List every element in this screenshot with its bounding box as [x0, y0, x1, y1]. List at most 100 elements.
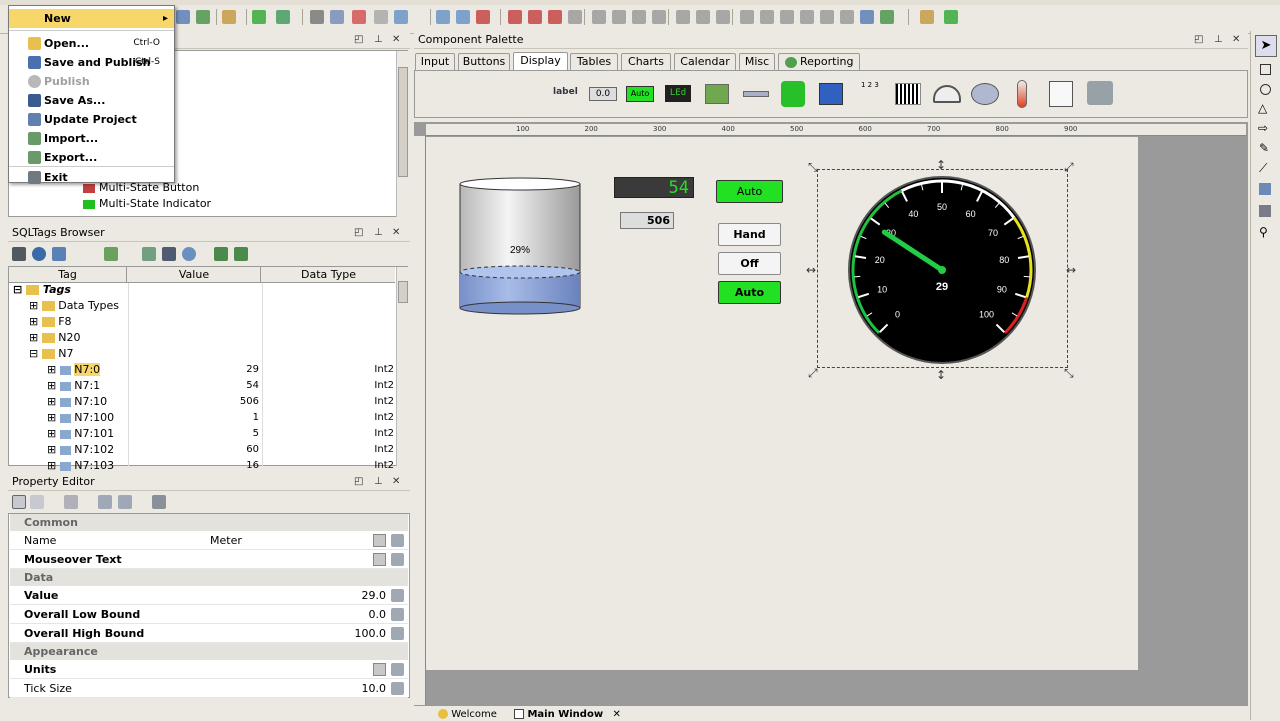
toolbar-icon[interactable]: [374, 10, 388, 24]
tab-buttons[interactable]: Buttons: [458, 53, 510, 70]
clock-icon[interactable]: [182, 247, 196, 261]
close-icon[interactable]: ✕: [613, 709, 621, 720]
toolbar-icon[interactable]: [196, 10, 210, 24]
db-icon[interactable]: [391, 553, 404, 566]
section-appearance[interactable]: Appearance: [10, 643, 408, 660]
menu-item-new[interactable]: New ▸: [9, 9, 174, 28]
prop-tick-size[interactable]: Tick Size 10.0: [10, 679, 408, 698]
tab-reporting[interactable]: Reporting: [778, 53, 860, 70]
col-tag[interactable]: Tag: [9, 267, 127, 282]
toolbar-icon[interactable]: [592, 10, 606, 24]
db-icon[interactable]: [391, 682, 404, 695]
table-row[interactable]: ⊞ N7:1 54 Int2: [9, 378, 395, 394]
palette-led-display[interactable]: LEd: [665, 85, 691, 102]
palette-multistate-indicator[interactable]: Auto: [626, 86, 654, 102]
menu-item-open[interactable]: Open...Ctrl-O: [9, 34, 174, 53]
prop-low-bound[interactable]: Overall Low Bound 0.0: [10, 605, 408, 624]
fill-tool-icon[interactable]: [1259, 205, 1271, 217]
toolbar-icon[interactable]: [740, 10, 754, 24]
prop-mouseover-text[interactable]: Mouseover Text: [10, 550, 408, 569]
ellipse-tool-icon[interactable]: [1260, 84, 1271, 95]
db-icon[interactable]: [391, 534, 404, 547]
hand-button[interactable]: Hand: [718, 223, 781, 246]
tag-icon[interactable]: [142, 247, 156, 261]
resize-handle-nw[interactable]: ⤡: [808, 160, 818, 174]
auto-indicator[interactable]: Auto: [716, 180, 783, 203]
toolbar-icon[interactable]: [568, 10, 582, 24]
menu-item-publish[interactable]: Publish: [9, 72, 174, 91]
arrow-tool-icon[interactable]: ⇨: [1258, 121, 1268, 135]
tab-charts[interactable]: Charts: [621, 53, 671, 70]
tree-item-multistate-indicator[interactable]: Multi-State Indicator: [83, 196, 211, 212]
tab-misc[interactable]: Misc: [739, 53, 775, 70]
auto-button[interactable]: Auto: [718, 281, 781, 304]
palette-tank-icon[interactable]: [819, 83, 843, 105]
toolbar-icon[interactable]: [760, 10, 774, 24]
db-icon[interactable]: [391, 608, 404, 621]
edit-icon[interactable]: [104, 247, 118, 261]
palette-image-icon[interactable]: [705, 84, 729, 104]
tab-input[interactable]: Input: [415, 53, 455, 70]
opc-icon[interactable]: [162, 247, 176, 261]
tag-add-icon[interactable]: [52, 247, 66, 261]
toolbar-icon[interactable]: [676, 10, 690, 24]
tab-welcome[interactable]: Welcome: [438, 708, 497, 721]
palette-barcode-icon[interactable]: [895, 83, 921, 105]
pointer-tool-icon[interactable]: ➤: [1255, 35, 1277, 57]
palette-level-icon[interactable]: 1 2 3: [861, 81, 879, 89]
resize-handle-e[interactable]: ↔: [1066, 263, 1076, 277]
pin-icon[interactable]: ⊥: [374, 31, 383, 48]
rectangle-tool-icon[interactable]: [1260, 64, 1271, 75]
refresh-icon[interactable]: [32, 247, 46, 261]
tab-display[interactable]: Display: [513, 52, 568, 71]
binding-icon[interactable]: [373, 534, 386, 547]
section-common[interactable]: Common: [10, 514, 408, 531]
import-tags-icon[interactable]: [214, 247, 228, 261]
toolbar-icon[interactable]: [696, 10, 710, 24]
line-tool-icon[interactable]: ⟋: [1259, 161, 1267, 176]
toolbar-icon[interactable]: [352, 10, 366, 24]
restore-icon[interactable]: ◰: [354, 224, 363, 241]
prop-high-bound[interactable]: Overall High Bound 100.0: [10, 624, 408, 643]
table-row[interactable]: ⊞ N7:10 506 Int2: [9, 394, 395, 410]
restore-icon[interactable]: ◰: [354, 473, 363, 490]
prop-value[interactable]: Value 29.0: [10, 586, 408, 605]
sort-icon[interactable]: [30, 495, 44, 509]
toolbar-icon[interactable]: [632, 10, 646, 24]
pin-icon[interactable]: ⊥: [374, 224, 383, 241]
table-row[interactable]: ⊞ N7:102 60 Int2: [9, 442, 395, 458]
toolbar-icon[interactable]: [652, 10, 666, 24]
binding-icon[interactable]: [373, 553, 386, 566]
resize-handle-w[interactable]: ↔: [806, 263, 816, 277]
prop-name[interactable]: Name Meter: [10, 531, 408, 550]
toolbar-icon[interactable]: [548, 10, 562, 24]
tab-main-window[interactable]: Main Window ✕: [514, 708, 621, 721]
palette-label-comp[interactable]: label: [553, 87, 578, 97]
tab-calendar[interactable]: Calendar: [674, 53, 736, 70]
resize-handle-se[interactable]: ⤡: [1064, 366, 1074, 380]
toolbar-icon[interactable]: [252, 10, 266, 24]
pin-icon[interactable]: ⊥: [374, 473, 383, 490]
table-row[interactable]: ⊞ N7:101 5 Int2: [9, 426, 395, 442]
pin-icon[interactable]: ⊥: [1214, 31, 1223, 48]
resize-handle-ne[interactable]: ⤢: [1063, 160, 1074, 174]
resize-handle-s[interactable]: ↕: [936, 368, 946, 382]
folder-tags[interactable]: ⊟ Tags: [13, 282, 71, 298]
filter-icon[interactable]: [152, 495, 166, 509]
section-data[interactable]: Data: [10, 569, 408, 586]
categorized-icon[interactable]: [12, 495, 26, 509]
binding-icon[interactable]: [373, 663, 386, 676]
path-tool-icon[interactable]: [1259, 183, 1271, 195]
palette-compass-icon[interactable]: [971, 83, 999, 105]
expand-icon[interactable]: [98, 495, 112, 509]
toolbar-icon[interactable]: [780, 10, 794, 24]
toolbar-icon[interactable]: [276, 10, 290, 24]
close-icon[interactable]: ✕: [1232, 31, 1240, 48]
toolbar-icon[interactable]: [222, 10, 236, 24]
palette-camera-icon[interactable]: [1087, 81, 1113, 105]
toolbar-icon[interactable]: [476, 10, 490, 24]
collapse-icon[interactable]: [118, 495, 132, 509]
folder-n20[interactable]: ⊞ N20: [29, 330, 80, 346]
numeric-label[interactable]: 506: [620, 212, 674, 229]
toolbar-icon[interactable]: [508, 10, 522, 24]
